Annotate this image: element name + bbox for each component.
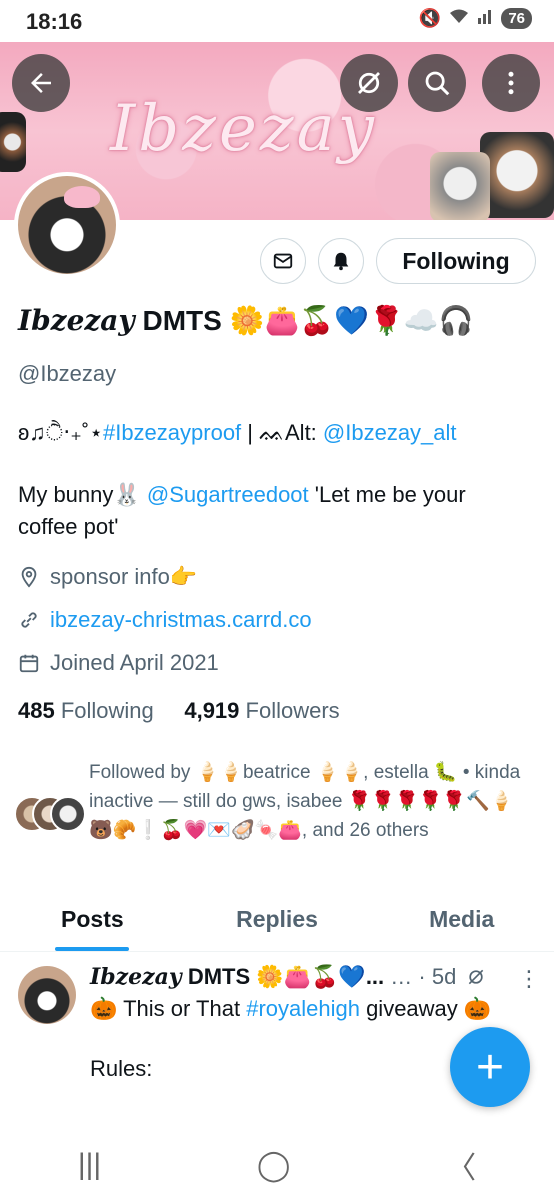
- profile-avatar[interactable]: [14, 172, 120, 278]
- user-handle: @Ibzezay: [18, 361, 117, 386]
- grok-button[interactable]: [340, 54, 398, 112]
- tweet-hashtag-link[interactable]: #royalehigh: [246, 996, 360, 1021]
- more-vertical-icon: [508, 71, 514, 95]
- battery-indicator: 76: [501, 8, 532, 29]
- more-options-button[interactable]: [482, 54, 540, 112]
- status-time: 18:16: [26, 9, 83, 34]
- envelope-icon: [273, 253, 293, 269]
- search-icon: [425, 71, 450, 96]
- back-icon[interactable]: 〈: [446, 1143, 476, 1187]
- joined-row: Joined April 2021: [18, 650, 219, 676]
- recents-icon[interactable]: |||: [78, 1148, 101, 1182]
- followers-stat[interactable]: 4,919 Followers: [184, 698, 339, 723]
- compose-button[interactable]: +: [450, 1027, 530, 1107]
- followers-count: 4,919: [184, 698, 240, 723]
- back-button[interactable]: [12, 54, 70, 112]
- location-pin-icon: [21, 566, 37, 588]
- avatar: [50, 796, 86, 832]
- mute-icon: 🔇: [418, 8, 442, 28]
- notifications-button[interactable]: [318, 238, 364, 284]
- arrow-left-icon: [31, 73, 51, 93]
- tweet-avatar[interactable]: [18, 966, 76, 1024]
- message-button[interactable]: [260, 238, 306, 284]
- tweet-header: Ibzezay DMTS 🌼👛🍒💙... … · 5d: [90, 964, 538, 990]
- website-row: ibzezay-christmas.carrd.co: [18, 607, 312, 633]
- link-icon: [21, 612, 37, 628]
- search-button[interactable]: [408, 54, 466, 112]
- bio-mention-link[interactable]: @Sugartreedoot: [147, 482, 309, 507]
- tab-replies[interactable]: Replies: [185, 894, 370, 951]
- tweet-text-prefix: 🎃 This or That: [90, 996, 247, 1021]
- profile-tabs: Posts Replies Media: [0, 894, 554, 952]
- bell-icon: [333, 252, 349, 271]
- banner-cat-image: [480, 132, 554, 218]
- calendar-icon: [19, 654, 39, 673]
- bio-alt-mention-link[interactable]: @Ibzezay_alt: [323, 420, 457, 445]
- tweet-author-rest: DMTS 🌼👛🍒💙...: [181, 964, 385, 989]
- joined-text: Joined April 2021: [50, 650, 219, 675]
- tab-posts[interactable]: Posts: [0, 894, 185, 951]
- grok-icon: [358, 72, 380, 94]
- bio-hashtag-link[interactable]: #Ibzezayproof: [103, 420, 241, 445]
- banner-cat-image: [0, 112, 26, 172]
- grok-icon[interactable]: [466, 967, 486, 987]
- banner-cat-image: [430, 152, 490, 220]
- tweet-author-name[interactable]: Ibzezay DMTS 🌼👛🍒💙...: [90, 964, 385, 990]
- bio-line-3: coffee pot': [18, 514, 119, 539]
- tab-media[interactable]: Media: [369, 894, 554, 951]
- bio-alt-label: | ᨐAlt:: [241, 420, 323, 445]
- home-icon[interactable]: ◯: [257, 1148, 291, 1183]
- avatar-bow: [64, 186, 100, 208]
- location-row: sponsor info👉: [18, 564, 197, 590]
- follow-stats: 485 Following 4,919 Followers: [18, 698, 340, 724]
- website-link[interactable]: ibzezay-christmas.carrd.co: [50, 607, 312, 633]
- followed-by-avatars: [14, 796, 86, 832]
- following-stat[interactable]: 485 Following: [18, 698, 154, 723]
- bio-text: 'Let me be your: [308, 482, 466, 507]
- display-name: Ibzezay DMTS 🌼👛🍒💙🌹☁️🎧: [18, 304, 474, 337]
- bio-text: My bunny🐰: [18, 482, 147, 507]
- tweet-text-suffix: giveaway 🎃: [359, 996, 492, 1021]
- bio-line-2: My bunny🐰 @Sugartreedoot 'Let me be your: [18, 480, 466, 510]
- tweet-meta: … · 5d: [384, 964, 457, 989]
- tweet-more-button[interactable]: ⋮: [518, 966, 540, 992]
- wifi-icon: [449, 8, 469, 29]
- followed-by-text[interactable]: Followed by 🍦🍦beatrice 🍦🍦, estella 🐛 • k…: [89, 758, 529, 845]
- following-label: Following: [60, 698, 154, 723]
- display-name-fancy: Ibzezay: [18, 304, 135, 337]
- tweet-author-fancy: Ibzezay: [90, 964, 182, 990]
- bio-line-1: ʚ♫ੈ‧₊˚⋆#Ibzezayproof | ᨐAlt: @Ibzezay_al…: [18, 418, 457, 448]
- location-text: sponsor info👉: [50, 564, 198, 589]
- system-nav-bar: ||| ◯ 〈: [0, 1130, 554, 1200]
- following-count: 485: [18, 698, 55, 723]
- followers-label: Followers: [245, 698, 340, 723]
- following-button[interactable]: Following: [376, 238, 536, 284]
- status-bar: 18:16 🔇 76: [0, 0, 554, 42]
- signal-icon: [477, 8, 493, 29]
- banner-title: Ibzezay: [110, 92, 377, 166]
- status-icons: 🔇 76: [419, 8, 532, 29]
- display-name-rest: DMTS 🌼👛🍒💙🌹☁️🎧: [134, 305, 474, 336]
- bio-decoration: ʚ♫ੈ‧₊˚⋆: [18, 420, 103, 445]
